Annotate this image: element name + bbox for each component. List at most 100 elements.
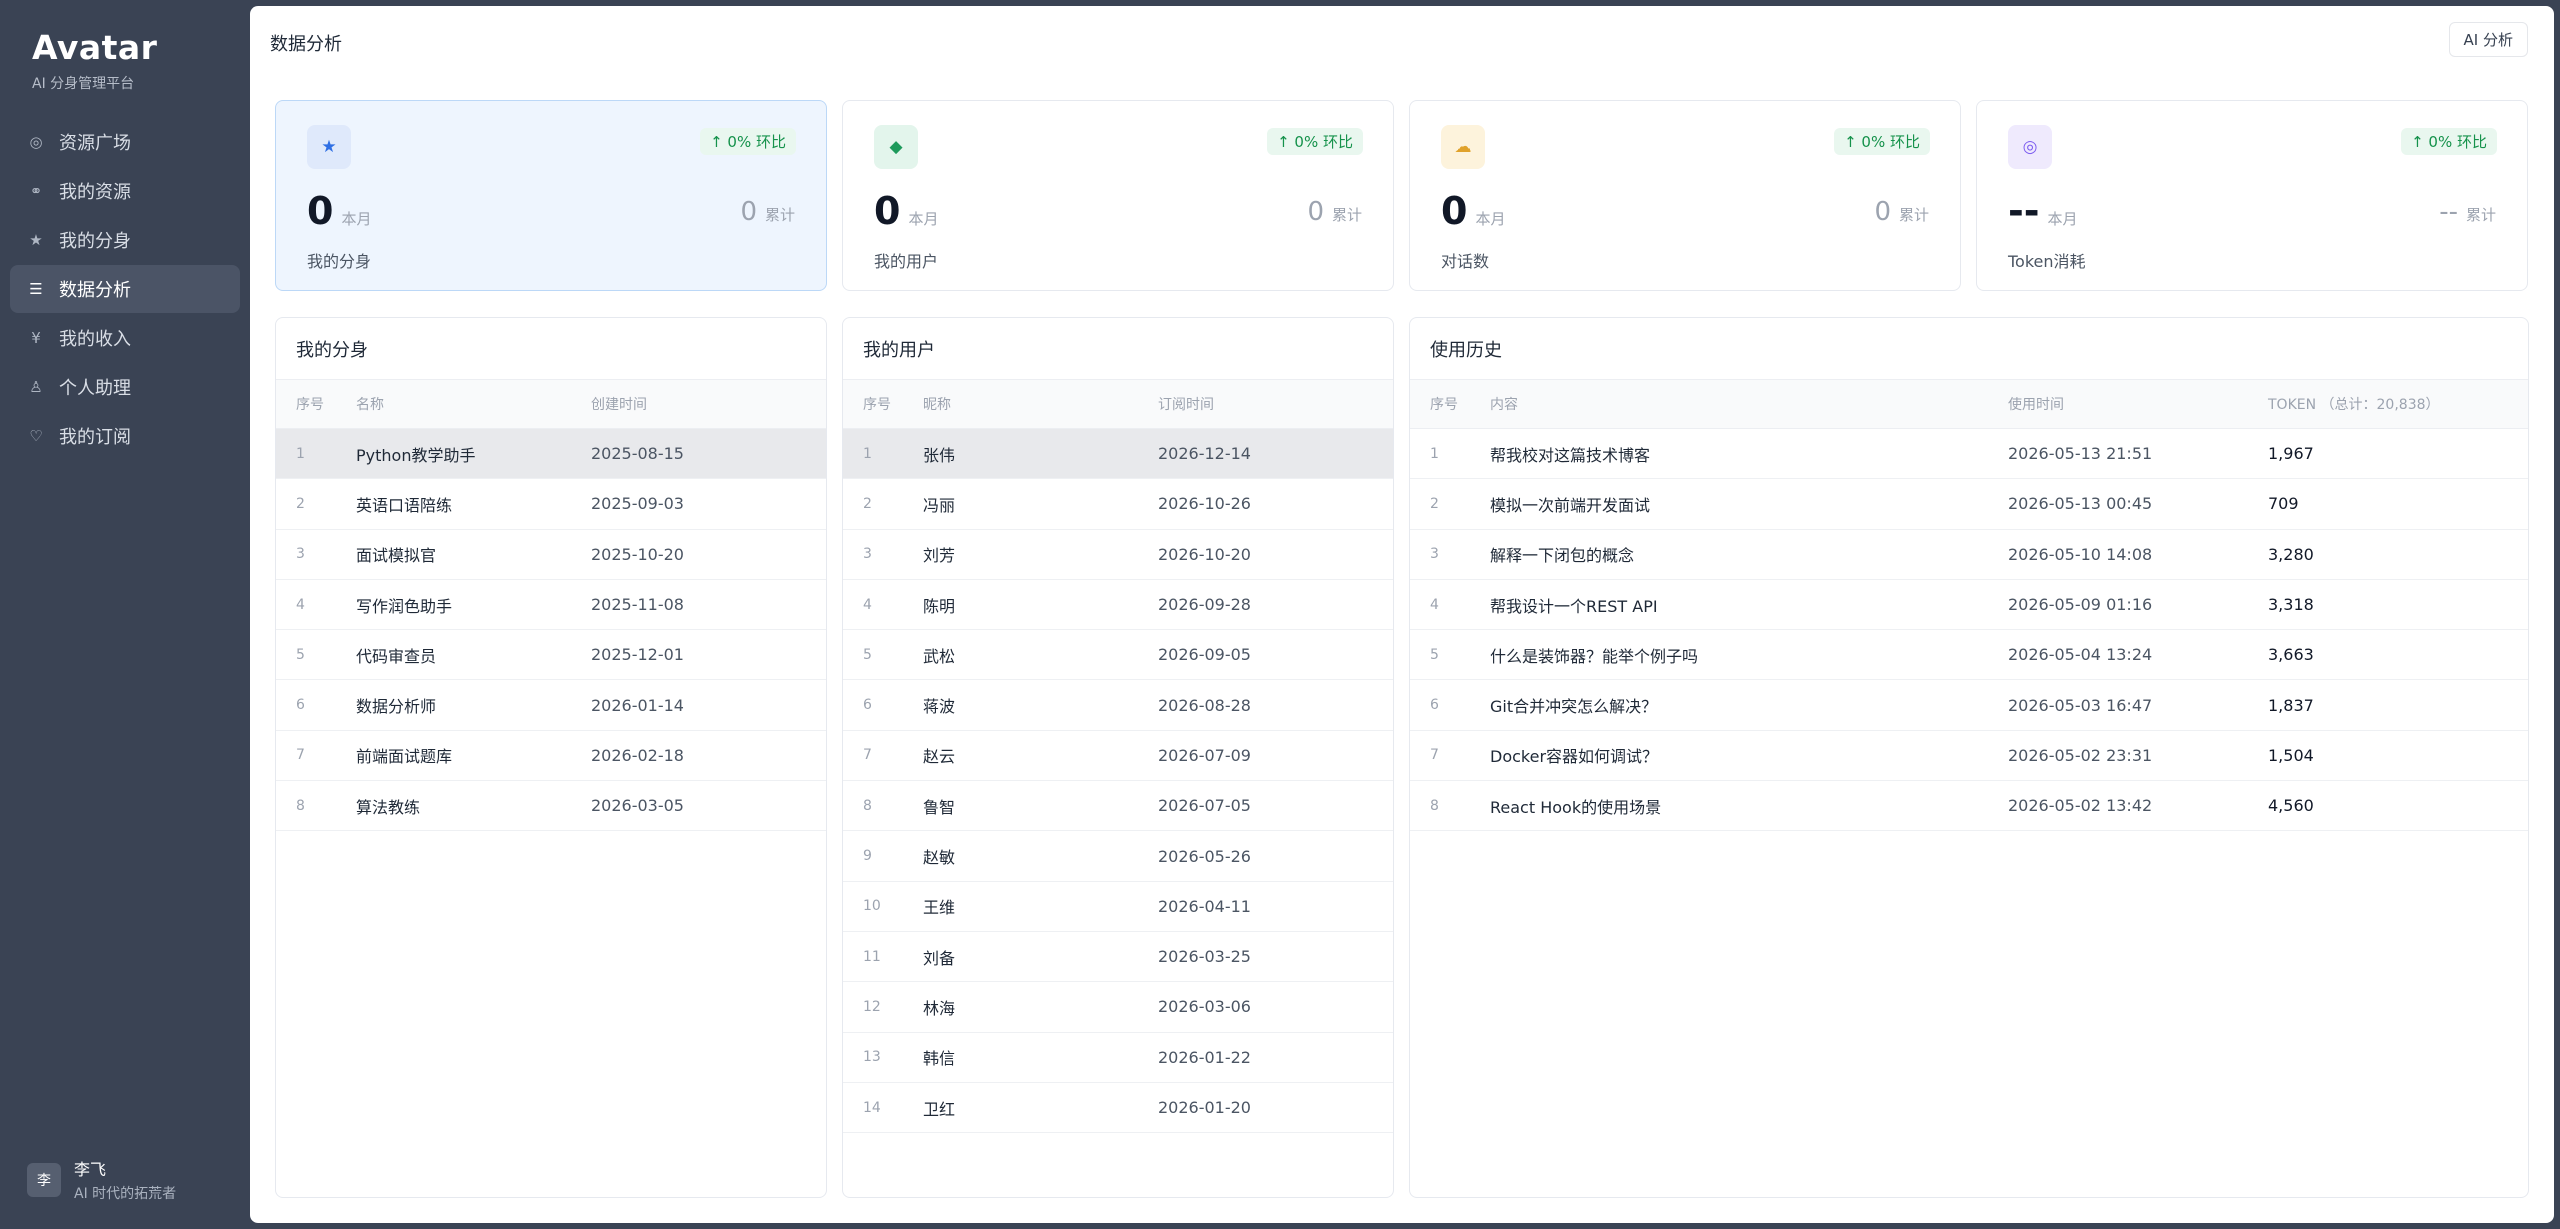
table-cell: 2026-04-11 (1158, 896, 1251, 916)
table-cell: 9 (863, 848, 872, 865)
stat-label: 对话数 (1441, 252, 1490, 271)
table-row[interactable]: 4 帮我设计一个REST API 2026-05-09 01:16 3,318 (1410, 579, 2528, 630)
table-row[interactable]: 14 卫红 2026-01-20 (843, 1082, 1393, 1133)
table-row[interactable]: 13 韩信 2026-01-22 (843, 1032, 1393, 1083)
total-value: 0 (1307, 197, 1324, 227)
total-value: -- (2439, 197, 2458, 227)
total-stat: 0 累计 (1307, 197, 1362, 227)
table-cell: 帮我设计一个REST API (1490, 596, 1658, 616)
user-subtitle: AI 时代的拓荒者 (74, 1186, 177, 1202)
star-icon: ★ (29, 231, 43, 249)
table-cell: Docker容器如何调试？ (1490, 747, 1659, 767)
table-row[interactable]: 12 林海 2026-03-06 (843, 982, 1393, 1033)
trend-badge: ↑ 0% 环比 (700, 128, 796, 155)
table-row[interactable]: 5 代码审查员 2025-12-01 (276, 630, 826, 680)
table-row[interactable]: 1 Python教学助手 2025-08-15 (276, 428, 826, 479)
table-cell: 卫红 (923, 1099, 956, 1119)
table-row[interactable]: 7 前端面试题库 2026-02-18 (276, 730, 826, 781)
table-row[interactable]: 8 React Hook的使用场景 2026-05-02 13:42 4,560 (1410, 781, 2528, 831)
table-row[interactable]: 8 鲁智 2026-07-05 (843, 781, 1393, 831)
table-cell: Git合并冲突怎么解决？ (1490, 697, 1658, 717)
table-row[interactable]: 11 刘备 2026-03-25 (843, 931, 1393, 982)
table-row[interactable]: 4 写作润色助手 2025-11-08 (276, 579, 826, 630)
table-cell: React Hook的使用场景 (1490, 797, 1662, 817)
stat-card-tokens[interactable]: ◎ ↑ 0% 环比 -- 本月 -- 累计 Token消耗 (1976, 100, 2528, 291)
table-cell: 前端面试题库 (356, 747, 453, 767)
table-cell: 林海 (923, 998, 956, 1018)
table-row[interactable]: 10 王维 2026-04-11 (843, 881, 1393, 932)
avatars-table: 序号 名称 创建时间 1 Python教学助手 2025-08-15 2 英语口语陪练 202… (276, 379, 826, 831)
table-cell: 3 (296, 546, 305, 563)
stat-label: Token消耗 (2008, 252, 2086, 271)
table-row[interactable]: 7 赵云 2026-07-09 (843, 730, 1393, 781)
table-cell: 10 (863, 898, 881, 915)
table-cell: 面试模拟官 (356, 546, 437, 566)
table-row[interactable]: 6 Git合并冲突怎么解决？ 2026-05-03 16:47 1,837 (1410, 680, 2528, 731)
table-row[interactable]: 2 模拟一次前端开发面试 2026-05-13 00:45 709 (1410, 479, 2528, 530)
table-cell: 2026-03-06 (1158, 997, 1251, 1017)
table-row[interactable]: 1 张伟 2026-12-14 (843, 428, 1393, 479)
table-cell: 2026-05-10 14:08 (2008, 544, 2153, 564)
sidebar-item-star[interactable]: ★ 我的分身 (10, 216, 240, 264)
user-profile[interactable]: 李 李飞 AI 时代的拓荒者 (27, 1156, 176, 1203)
total-label: 累计 (764, 206, 795, 224)
table-cell: 6 (296, 697, 305, 714)
table-row[interactable]: 2 英语口语陪练 2025-09-03 (276, 479, 826, 530)
table-row[interactable]: 6 蒋波 2026-08-28 (843, 680, 1393, 731)
sidebar-item-yen[interactable]: ¥ 我的收入 (10, 314, 240, 362)
stat-card-avatars[interactable]: ★ ↑ 0% 环比 0 本月 0 累计 我的分身 (275, 100, 827, 291)
table-cell: 1,967 (2268, 444, 2314, 464)
sidebar-item-list[interactable]: ☰ 数据分析 (10, 265, 240, 313)
table-row[interactable]: 5 武松 2026-09-05 (843, 630, 1393, 680)
month-label: 本月 (1475, 210, 1506, 228)
history-table: 序号 内容 使用时间 TOKEN （总计：20,838） 1 帮我校对这篇技术博客 202… (1410, 379, 2528, 831)
table-cell: 2026-01-22 (1158, 1047, 1251, 1067)
sidebar-item-link[interactable]: ⚭ 我的资源 (10, 167, 240, 215)
diamond-icon: ◆ (874, 125, 918, 169)
stat-card-conversations[interactable]: ☁ ↑ 0% 环比 0 本月 0 累计 对话数 (1409, 100, 1961, 291)
cloud-icon: ☁ (1441, 125, 1485, 169)
table-row[interactable]: 4 陈明 2026-09-28 (843, 579, 1393, 630)
table-row[interactable]: 2 冯丽 2026-10-26 (843, 479, 1393, 530)
table-row[interactable]: 9 赵敏 2026-05-26 (843, 831, 1393, 882)
page-title: 数据分析 (270, 34, 342, 55)
table-row[interactable]: 7 Docker容器如何调试？ 2026-05-02 23:31 1,504 (1410, 730, 2528, 781)
table-cell: 1 (296, 445, 305, 462)
table-cell: 8 (1430, 797, 1439, 814)
sidebar-item-label: 数据分析 (59, 280, 131, 301)
table-cell: 2026-02-18 (591, 745, 684, 765)
table-row[interactable]: 3 解释一下闭包的概念 2026-05-10 14:08 3,280 (1410, 529, 2528, 580)
table-cell: 3,663 (2268, 645, 2314, 665)
column-header: 昵称 (923, 379, 1158, 429)
brand: Avatar AI 分身管理平台 (32, 28, 157, 93)
sidebar-item-person[interactable]: ♙ 个人助理 (10, 363, 240, 411)
table-row[interactable]: 8 算法教练 2026-03-05 (276, 781, 826, 831)
table-cell: 8 (296, 797, 305, 814)
table-row[interactable]: 1 帮我校对这篇技术博客 2026-05-13 21:51 1,967 (1410, 429, 2528, 479)
target-icon: ◎ (2008, 125, 2052, 169)
history-panel-title: 使用历史 (1430, 339, 1502, 361)
table-cell: 2026-12-14 (1158, 444, 1251, 464)
table-cell: 2026-10-20 (1158, 544, 1251, 564)
table-cell: 7 (296, 747, 305, 764)
table-row[interactable]: 5 什么是装饰器？能举个例子吗 2026-05-04 13:24 3,663 (1410, 630, 2528, 680)
table-row[interactable]: 6 数据分析师 2026-01-14 (276, 680, 826, 731)
table-row[interactable]: 3 刘芳 2026-10-20 (843, 529, 1393, 580)
table-cell: 4,560 (2268, 796, 2314, 816)
stat-card-users[interactable]: ◆ ↑ 0% 环比 0 本月 0 累计 我的用户 (842, 100, 1394, 291)
table-cell: 2026-09-28 (1158, 595, 1251, 615)
total-value: 0 (1874, 197, 1891, 227)
trend-badge: ↑ 0% 环比 (1267, 128, 1363, 155)
table-cell: 冯丽 (923, 495, 956, 515)
ai-analysis-button[interactable]: AI 分析 (2448, 22, 2528, 57)
heart-icon: ♡ (29, 427, 43, 445)
table-cell: 韩信 (923, 1049, 956, 1069)
table-cell: 2026-05-02 23:31 (2008, 745, 2153, 765)
table-cell: 7 (1430, 747, 1439, 764)
month-value: 0 (307, 189, 334, 233)
table-row[interactable]: 3 面试模拟官 2025-10-20 (276, 529, 826, 580)
sidebar-item-heart[interactable]: ♡ 我的订阅 (10, 412, 240, 460)
sidebar-item-compass[interactable]: ◎ 资源广场 (10, 118, 240, 166)
table-cell: 王维 (923, 898, 956, 918)
column-header: 使用时间 (2008, 379, 2268, 429)
